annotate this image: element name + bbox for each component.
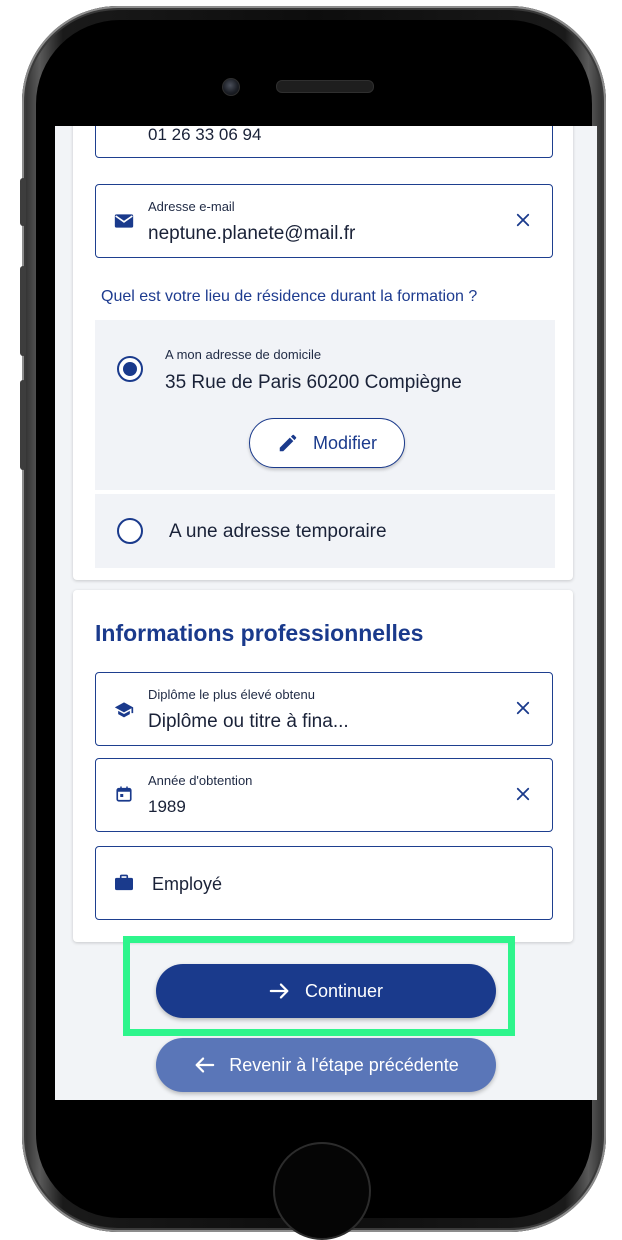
status-field[interactable]: Employé <box>95 846 553 920</box>
calendar-icon <box>116 786 132 802</box>
home-address-option[interactable]: A mon adresse de domicile 35 Rue de Pari… <box>95 320 555 490</box>
diploma-label: Diplôme le plus élevé obtenu <box>148 687 315 702</box>
year-field[interactable]: Année d'obtention 1989 <box>95 758 553 832</box>
back-label: Revenir à l'étape précédente <box>229 1054 459 1075</box>
phone-field[interactable]: 01 26 33 06 94 <box>95 126 553 158</box>
email-label: Adresse e-mail <box>148 199 235 214</box>
temp-option-label: A une adresse temporaire <box>169 521 387 542</box>
email-icon <box>114 214 134 228</box>
clear-email-icon[interactable] <box>514 211 532 229</box>
phone-icon <box>114 126 134 127</box>
pencil-icon <box>279 434 297 452</box>
front-camera <box>222 78 240 96</box>
status-value: Employé <box>152 874 223 894</box>
year-label: Année d'obtention <box>148 773 253 788</box>
professional-card: Informations professionnelles Diplôme le… <box>73 590 573 942</box>
email-value: neptune.planete@mail.fr <box>148 223 356 244</box>
temp-address-option[interactable]: A une adresse temporaire <box>95 494 555 568</box>
mute-switch <box>20 178 26 226</box>
home-option-label: A mon adresse de domicile <box>165 347 322 362</box>
clear-diploma-icon[interactable] <box>514 699 532 717</box>
phone-value: 01 26 33 06 94 <box>148 126 262 144</box>
back-button[interactable]: Revenir à l'étape précédente <box>156 1038 496 1092</box>
residence-question: Quel est votre lieu de résidence durant … <box>101 288 478 305</box>
professional-title: Informations professionnelles <box>95 620 424 646</box>
email-field[interactable]: Adresse e-mail neptune.planete@mail.fr <box>95 184 553 258</box>
clear-year-icon[interactable] <box>514 785 532 803</box>
year-value: 1989 <box>148 797 186 816</box>
arrow-left-icon <box>195 1057 215 1073</box>
home-address-radio[interactable] <box>117 356 143 382</box>
temp-address-radio[interactable] <box>117 518 143 544</box>
volume-down-button <box>20 380 26 470</box>
earpiece-speaker <box>276 80 374 93</box>
app-screen: 01 26 33 06 94 Adresse e-mail neptune.pl… <box>55 126 597 1100</box>
graduation-cap-icon <box>114 702 134 718</box>
diploma-value: Diplôme ou titre à fina... <box>148 711 349 732</box>
modify-address-button[interactable]: Modifier <box>249 418 405 468</box>
briefcase-icon <box>115 874 133 891</box>
modify-label: Modifier <box>312 432 378 453</box>
diploma-field[interactable]: Diplôme le plus élevé obtenu Diplôme ou … <box>95 672 553 746</box>
volume-up-button <box>20 266 26 356</box>
contact-card: 01 26 33 06 94 Adresse e-mail neptune.pl… <box>73 126 573 580</box>
home-option-address: 35 Rue de Paris 60200 Compiègne <box>165 372 462 393</box>
continue-highlight-box <box>123 936 515 1036</box>
home-button[interactable] <box>273 1142 371 1240</box>
